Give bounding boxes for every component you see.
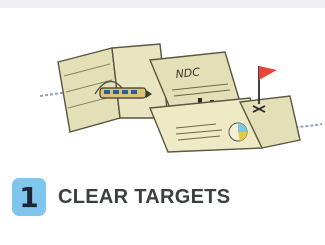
pie-chart-icon [228,122,248,142]
step-number-badge: 1 [12,178,46,216]
train-icon [99,87,152,99]
step-title: CLEAR TARGETS [58,186,231,208]
folded-document-illustration: NDC [39,43,323,153]
ndc-label: NDC [175,65,201,81]
step-number: 1 [19,180,39,214]
